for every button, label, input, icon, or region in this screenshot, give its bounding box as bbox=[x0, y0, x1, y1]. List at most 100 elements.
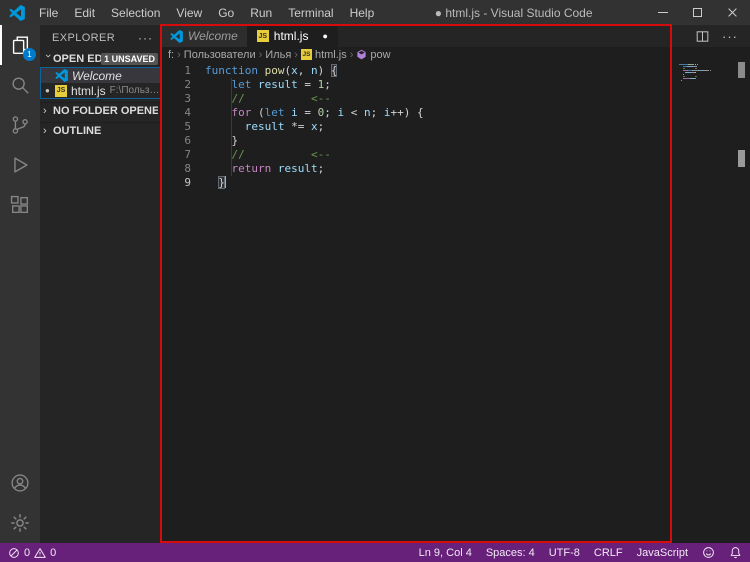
maximize-button[interactable] bbox=[680, 0, 715, 25]
accounts-button[interactable] bbox=[0, 463, 40, 503]
code-line-7: // <-- bbox=[231, 148, 331, 161]
minimize-button[interactable] bbox=[645, 0, 680, 25]
line-number: 2 bbox=[184, 78, 191, 91]
run-and-debug-icon bbox=[14, 157, 28, 173]
more-actions-icon[interactable]: ··· bbox=[722, 29, 738, 44]
breadcrumb-item-[interactable]: Пользователи bbox=[184, 49, 256, 61]
menu-go[interactable]: Go bbox=[210, 0, 242, 25]
vscode-logo-icon bbox=[9, 4, 25, 21]
window-controls bbox=[645, 0, 750, 25]
status-crlf[interactable]: CRLF bbox=[594, 547, 623, 559]
split-editor-icon[interactable] bbox=[695, 29, 710, 44]
status-javascript[interactable]: JavaScript bbox=[637, 547, 688, 559]
line-number: 9 bbox=[184, 176, 191, 189]
run-debug-activity-button[interactable] bbox=[0, 145, 40, 185]
code-line-3: // <-- bbox=[231, 92, 331, 105]
menu-selection[interactable]: Selection bbox=[103, 0, 168, 25]
symbol-method-icon bbox=[357, 49, 367, 60]
vscode-logo-icon bbox=[55, 69, 68, 82]
menu-edit[interactable]: Edit bbox=[66, 0, 103, 25]
no-folder-label: NO FOLDER OPENED bbox=[53, 105, 158, 117]
open-editor-item-html.js[interactable]: ● JS html.jsF:\Пользов... bbox=[41, 83, 160, 98]
open-editor-item-welcome[interactable]: Welcome bbox=[41, 68, 160, 83]
breadcrumb: f: › Пользователи › Илья › JS html.js › pow bbox=[161, 47, 750, 62]
explorer-activity-button[interactable]: 1 bbox=[0, 25, 40, 65]
tab-label: Welcome bbox=[188, 29, 238, 43]
notifications-bell-icon[interactable] bbox=[729, 546, 742, 559]
status-ln-9-col-4[interactable]: Ln 9, Col 4 bbox=[419, 547, 472, 559]
status-spaces-4[interactable]: Spaces: 4 bbox=[486, 547, 535, 559]
editor-item-label: html.js bbox=[71, 83, 106, 98]
search-icon bbox=[12, 77, 29, 94]
code-line-8: return result; bbox=[231, 162, 325, 175]
code-editor[interactable]: 123456789 function pow(x, n) { let resul… bbox=[161, 62, 750, 543]
javascript-file-icon: JS bbox=[300, 49, 312, 60]
overview-ruler-cursor-mark bbox=[738, 150, 745, 167]
modified-dot-icon: ● bbox=[322, 31, 328, 41]
error-count[interactable]: 0 bbox=[24, 547, 30, 559]
line-number: 7 bbox=[184, 148, 191, 161]
menu-view[interactable]: View bbox=[168, 0, 210, 25]
tab-welcome[interactable]: Welcome bbox=[161, 25, 248, 47]
editor-actions: ··· bbox=[695, 25, 750, 47]
breadcrumb-label: html.js bbox=[314, 48, 347, 61]
outline-label: OUTLINE bbox=[53, 125, 102, 137]
errors-icon[interactable] bbox=[8, 547, 20, 559]
editor-item-label: Welcome bbox=[72, 68, 122, 83]
chevron-down-icon: › bbox=[42, 54, 54, 58]
breadcrumb-separator-icon: › bbox=[349, 48, 354, 61]
indent-guide bbox=[231, 78, 232, 176]
text-cursor bbox=[224, 176, 227, 188]
views-more-actions-icon[interactable]: ··· bbox=[138, 31, 153, 45]
breadcrumb-item-pow[interactable]: pow bbox=[356, 49, 391, 61]
line-number: 8 bbox=[184, 162, 191, 175]
breadcrumb-separator-icon: › bbox=[258, 48, 263, 61]
gear-icon bbox=[11, 514, 29, 532]
tab-html.js[interactable]: JS html.js ● bbox=[247, 25, 338, 47]
status-utf-8[interactable]: UTF-8 bbox=[549, 547, 580, 559]
line-numbers-gutter: 123456789 bbox=[161, 64, 191, 543]
maximize-icon bbox=[693, 8, 702, 17]
menu-terminal[interactable]: Terminal bbox=[280, 0, 341, 25]
window-title: ● html.js - Visual Studio Code bbox=[434, 5, 593, 20]
menubar: File Edit Selection View Go Run Terminal Help bbox=[31, 0, 382, 25]
no-folder-section-header[interactable]: › NO FOLDER OPENED bbox=[40, 102, 161, 119]
warnings-icon[interactable] bbox=[34, 547, 46, 559]
close-icon bbox=[727, 7, 738, 18]
modified-dot-icon: ● bbox=[45, 86, 50, 95]
unsaved-badge: 1 UNSAVED bbox=[101, 53, 158, 65]
line-number: 6 bbox=[184, 134, 191, 147]
open-editors-list: Welcome ● JS html.jsF:\Пользов... bbox=[40, 67, 161, 99]
menu-file[interactable]: File bbox=[31, 0, 66, 25]
code-line-9: } bbox=[218, 176, 227, 189]
source-control-icon bbox=[12, 116, 28, 134]
editor-region: Welcome JS html.js ● ··· f: › Пользователи › Ил… bbox=[161, 25, 750, 543]
code-line-4: for (let i = 0; i < n; i++) { bbox=[231, 106, 424, 119]
code-line-1: function pow(x, n) { bbox=[205, 64, 338, 77]
code-content: function pow(x, n) { let result = 1; // … bbox=[205, 64, 750, 543]
scrollbar-thumb[interactable] bbox=[738, 62, 745, 78]
accounts-icon bbox=[11, 474, 29, 492]
vscode-logo-icon bbox=[170, 29, 183, 43]
menu-run[interactable]: Run bbox=[242, 0, 280, 25]
extensions-activity-button[interactable] bbox=[0, 185, 40, 225]
open-editors-section-header[interactable]: › OPEN EDITORS 1 UNSAVED bbox=[40, 51, 161, 67]
source-control-activity-button[interactable] bbox=[0, 105, 40, 145]
breadcrumb-item-f[interactable]: f: bbox=[168, 49, 174, 61]
minimap[interactable] bbox=[679, 64, 713, 82]
menu-help[interactable]: Help bbox=[342, 0, 383, 25]
close-button[interactable] bbox=[715, 0, 750, 25]
outline-section-header[interactable]: › OUTLINE bbox=[40, 122, 161, 139]
tab-label: html.js bbox=[273, 29, 309, 43]
status-bar: 0 0 Ln 9, Col 4 Spaces: 4 UTF-8 CRLF JavaScr… bbox=[0, 543, 750, 562]
feedback-smiley-icon[interactable] bbox=[702, 546, 715, 559]
warning-count[interactable]: 0 bbox=[50, 547, 56, 559]
search-activity-button[interactable] bbox=[0, 65, 40, 105]
breadcrumb-label: Илья bbox=[265, 48, 292, 61]
sidebar-title: EXPLORER bbox=[52, 32, 116, 44]
settings-button[interactable] bbox=[0, 503, 40, 543]
breadcrumb-item-htmljs[interactable]: JS html.js bbox=[300, 48, 347, 61]
breadcrumb-item-[interactable]: Илья bbox=[265, 49, 291, 61]
breadcrumb-label: Пользователи bbox=[183, 48, 256, 61]
editor-item-path: F:\Пользов... bbox=[109, 85, 160, 96]
